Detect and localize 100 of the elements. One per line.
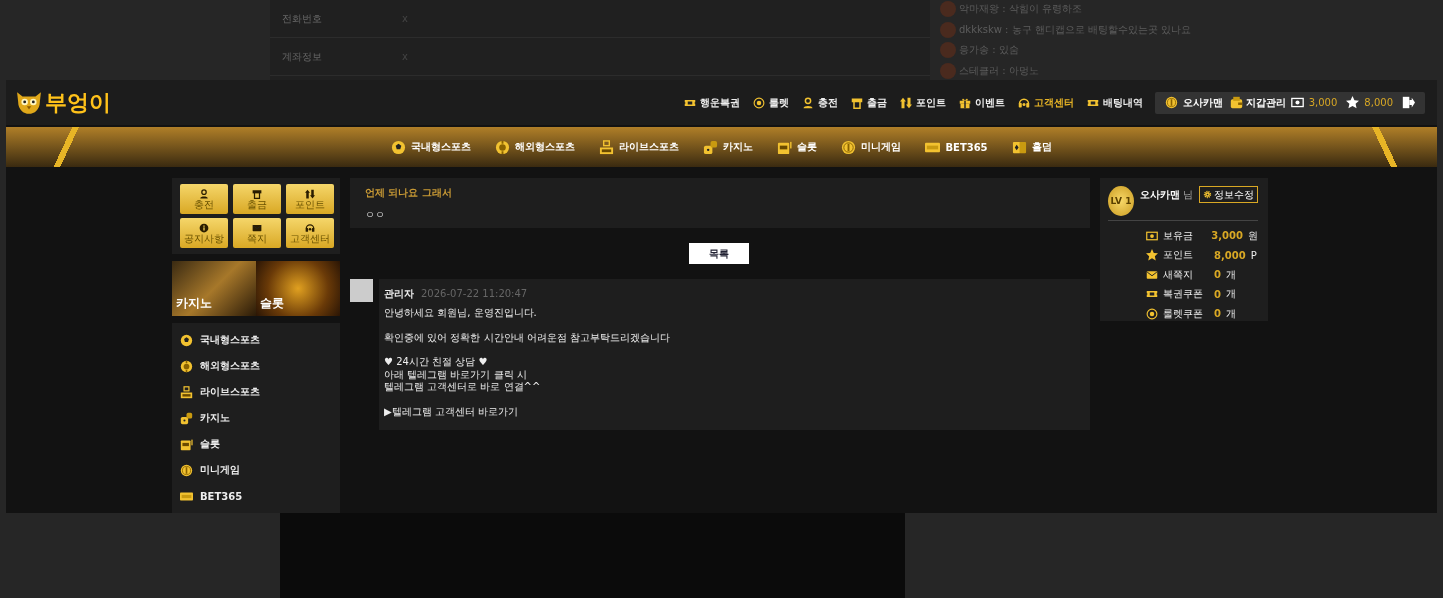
slot-machine-icon [180, 437, 193, 451]
field-label: 전화번호 [281, 11, 323, 26]
top-menu-link[interactable]: 출금 [850, 95, 887, 110]
top-menu-link[interactable]: 포인트 [899, 95, 946, 110]
arrows-icon [899, 96, 912, 109]
reply-text: 텔레그램 고객센터로 바로 연결^^ [384, 381, 541, 394]
nav-link[interactable]: 라이브스포츠 [599, 139, 680, 155]
telegram-link[interactable]: ▶텔레그램 고객센터 바로가기 [384, 405, 519, 418]
nav-link[interactable]: 미니게임 [841, 139, 902, 155]
atm-icon [850, 96, 863, 109]
nav-link[interactable]: 해외형스포츠 [495, 139, 576, 155]
side-menu-link[interactable]: 미니게임 [180, 457, 332, 483]
side-menu-link[interactable]: 카지노 [180, 405, 332, 431]
game-banner[interactable]: 카지노 [172, 261, 256, 316]
envelope-icon [1146, 268, 1158, 281]
stat-value: 8,000 [1214, 249, 1246, 261]
name-suffix: 님 [1183, 188, 1193, 202]
quick-button[interactable]: 포인트 [286, 184, 334, 214]
slot-machine-icon [777, 139, 793, 155]
side-menu-link[interactable]: 해외형스포츠 [180, 353, 332, 379]
field-label: 계좌정보 [281, 49, 323, 64]
nav-link[interactable]: 홀덤 [1011, 139, 1052, 155]
cash-icon [1146, 229, 1158, 242]
quick-button[interactable]: 고객센터 [286, 218, 334, 248]
author-name: 관리자 [384, 287, 414, 301]
list-button[interactable]: 목록 [688, 243, 749, 264]
top-menu-link[interactable]: 고객센터 [1017, 95, 1074, 110]
dice-icon [703, 139, 719, 155]
stat-unit: 개 [1225, 306, 1236, 321]
person-icon [801, 96, 814, 109]
headset-icon [305, 222, 315, 233]
quick-button[interactable]: 공지사항 [180, 218, 228, 248]
nav-link[interactable]: BET365 [925, 139, 988, 155]
stat-unit: 개 [1225, 287, 1236, 302]
stat-label: 포인트 [1163, 248, 1194, 263]
star-icon [1146, 249, 1158, 262]
edit-profile-button[interactable]: 정보수정 [1199, 186, 1258, 203]
reply-text: 안녕하세요 회원님, 운영진입니다. [384, 307, 537, 320]
logout-icon [1402, 96, 1415, 109]
side-menu-link[interactable]: 슬롯 [180, 431, 332, 457]
logo-text[interactable]: 부엉이 [45, 87, 111, 118]
cash-icon [1290, 96, 1304, 109]
stat-label: 새쪽지 [1163, 267, 1194, 282]
side-menu-link[interactable]: 라이브스포츠 [180, 379, 332, 405]
top-menu-link[interactable]: 배팅내역 [1086, 95, 1143, 110]
info-icon [199, 222, 209, 233]
top-menu-link[interactable]: 충전 [801, 95, 838, 110]
nav-link[interactable]: 카지노 [703, 139, 754, 155]
wallet-link[interactable]: 지갑관리 [1229, 95, 1286, 110]
side-menu-link[interactable]: BET365 [180, 483, 332, 509]
atm-icon [252, 188, 262, 199]
quick-button[interactable]: 충전 [180, 184, 228, 214]
logout-button[interactable] [1402, 96, 1415, 109]
tv-icon [599, 139, 615, 155]
gift-icon [958, 96, 971, 109]
post-title: 언제 되나요 그래서 [365, 186, 453, 200]
post-body: ㅇㅇ [365, 208, 386, 222]
wheel-icon [1146, 307, 1158, 320]
wheel-icon [752, 96, 765, 109]
quick-button[interactable]: 쪽지 [233, 218, 281, 248]
avatar-circle [940, 42, 956, 59]
arrows-icon [305, 188, 315, 199]
envelope-icon [252, 222, 262, 233]
soccer-ball-icon [391, 139, 407, 155]
chip-icon [180, 359, 193, 373]
top-menu-link[interactable]: 룰렛 [752, 95, 789, 110]
cards-icon [1011, 139, 1027, 155]
stat-label: 룰렛쿠폰 [1163, 306, 1204, 321]
person-icon [199, 188, 209, 199]
coin-icon [1164, 96, 1178, 109]
avatar-circle [940, 1, 956, 18]
top-menu-link[interactable]: 행운복권 [683, 95, 740, 110]
top-menu-link[interactable]: 이벤트 [958, 95, 1005, 110]
chip-icon [495, 139, 511, 155]
tv-icon [180, 385, 193, 399]
stat-value: 3,000 [1211, 230, 1243, 242]
reply-date: 2026-07-22 11:20:47 [421, 288, 528, 299]
stat-unit: P [1250, 249, 1257, 261]
game-banner[interactable]: 슬롯 [256, 261, 340, 316]
reply-text: ♥ 24시간 친절 상담 ♥ [384, 356, 488, 369]
side-menu-link[interactable]: 국내형스포츠 [180, 327, 332, 353]
nav-link[interactable]: 국내형스포츠 [391, 139, 472, 155]
coin-icon [841, 139, 857, 155]
stat-label: 복권쿠폰 [1163, 287, 1204, 302]
headset-icon [1017, 96, 1030, 109]
reply-text: 아래 텔레그램 바로가기 클릭 시 [384, 368, 527, 381]
quick-button[interactable]: 출금 [233, 184, 281, 214]
stat-value: 0 [1214, 308, 1221, 320]
money-amount: 3,000 [1308, 97, 1338, 108]
dice-icon [180, 411, 193, 425]
soccer-ball-icon [180, 333, 193, 347]
stat-value: 0 [1214, 288, 1221, 300]
stat-label: 보유금 [1163, 228, 1194, 243]
stat-unit: 원 [1248, 228, 1258, 243]
username: 오사카맨 [1140, 188, 1180, 202]
avatar-circle [940, 62, 956, 79]
stat-value: 0 [1214, 269, 1221, 281]
owl-logo-icon [16, 90, 42, 115]
nav-link[interactable]: 슬롯 [777, 139, 818, 155]
avatar-circle [940, 21, 956, 38]
